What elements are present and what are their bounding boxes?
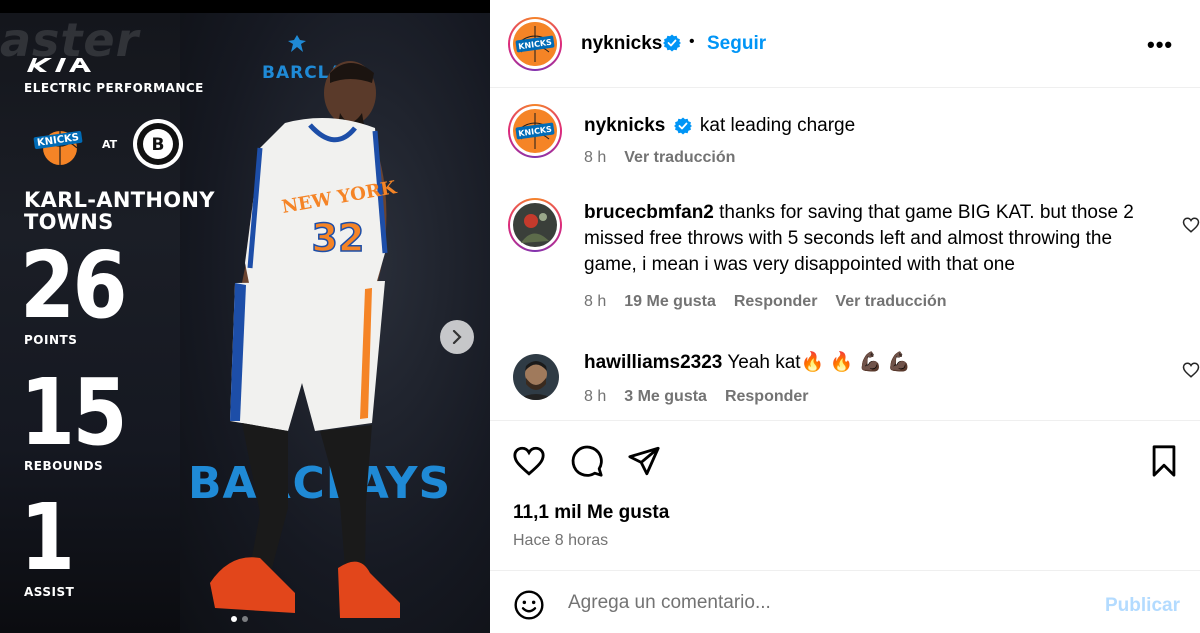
save-bookmark-icon[interactable] [1147,444,1181,478]
comment-likes[interactable]: 3 Me gusta [624,388,707,406]
header-separator: • [689,33,695,50]
comment-time: 8 h [584,293,607,310]
publish-button[interactable]: Publicar [1105,595,1180,617]
post-image[interactable]: aster BARCLAY BARCLAYS ELECTRIC PERFORMA… [0,13,490,633]
kia-logo-icon [27,58,91,72]
comment-text: Yeah kat🔥 🔥 💪🏿 💪🏿 [727,352,912,373]
verified-badge-icon [673,117,692,135]
barclays-eagle-icon [288,35,306,52]
comment-username[interactable]: hawilliams2323 [584,352,722,373]
comment-bubble-icon[interactable] [570,444,604,478]
stat-label-rebounds: REBOUNDS [24,459,104,473]
carousel-indicators [231,616,248,622]
reply-button[interactable]: Responder [734,293,818,311]
caption-text: kat leading charge [699,115,856,136]
user-avatar-icon [513,203,557,247]
media-frame: aster BARCLAY BARCLAYS ELECTRIC PERFORMA… [0,0,490,633]
knicks-avatar-icon: KNICKS [513,22,557,66]
add-comment-bar: Publicar [490,570,1200,633]
translate-link[interactable]: Ver traducción [835,293,946,311]
comment-username[interactable]: brucecbmfan2 [584,202,714,223]
knicks-logo-icon: KNICKS [33,130,83,165]
comment-meta: 8 h 3 Me gusta Responder [584,388,809,406]
matchup: KNICKS AT B [30,119,184,169]
stat-value-points: 26 [20,232,128,339]
carousel-dot-2 [242,616,248,622]
nets-logo-icon: B [133,119,184,169]
like-count[interactable]: 11,1 mil Me gusta [513,502,669,524]
comment-body: hawilliams2323 Yeah kat🔥 🔥 💪🏿 💪🏿 [584,350,1144,376]
caption: KNICKS nyknicks kat leading charge 8 h V… [508,104,1188,184]
svg-text:B: B [152,135,165,155]
comment-item: brucecbmfan2 thanks for saving that game… [508,198,1200,318]
comment-body: brucecbmfan2 thanks for saving that game… [584,200,1144,278]
stat-label-points: POINTS [24,333,78,347]
comment-meta: 8 h 19 Me gusta Responder Ver traducción [584,293,947,311]
carousel-dot-1 [231,616,237,622]
caption-time: 8 h [584,149,607,166]
chevron-right-icon [452,330,462,344]
comment-item: hawilliams2323 Yeah kat🔥 🔥 💪🏿 💪🏿 8 h 3 M… [508,348,1200,418]
like-comment-heart-icon[interactable] [1182,361,1200,379]
caption-avatar[interactable]: KNICKS [508,104,562,158]
emoji-smiley-icon[interactable] [513,589,545,621]
user-avatar-icon [513,354,559,400]
post-timestamp: Hace 8 horas [513,532,609,549]
next-slide-button[interactable] [440,320,474,354]
knicks-avatar-icon: KNICKS [513,109,557,153]
player-figure: NEW YORK 32 [210,61,400,618]
player-name-line-1: KARL-ANTHONY [24,188,215,212]
stat-value-assists: 1 [20,484,75,591]
reply-button[interactable]: Responder [725,388,809,406]
comment-avatar[interactable] [508,198,562,252]
post-actions: 11,1 mil Me gusta Hace 8 horas [490,420,1200,570]
comment-likes[interactable]: 19 Me gusta [624,293,716,311]
header-avatar[interactable]: KNICKS [508,17,562,71]
player-name: KARL-ANTHONY TOWNS [24,189,215,233]
post-details-panel: KNICKS nyknicks • Seguir ••• KNICKS nykn… [490,0,1200,633]
kia-subtitle: ELECTRIC PERFORMANCE [24,81,204,95]
comment-time: 8 h [584,388,607,405]
stat-value-rebounds: 15 [20,359,128,466]
caption-body: nyknicks kat leading charge [584,113,1144,139]
caption-meta: 8 h Ver traducción [584,149,735,167]
like-comment-heart-icon[interactable] [1182,216,1200,234]
follow-button[interactable]: Seguir [707,33,766,55]
caption-translate-link[interactable]: Ver traducción [624,149,735,167]
verified-badge-icon [663,34,681,52]
more-options-button[interactable]: ••• [1147,32,1173,58]
at-label: AT [102,137,118,151]
caption-username[interactable]: nyknicks [584,115,665,136]
stat-label-assists: ASSIST [24,585,75,599]
header-username[interactable]: nyknicks [581,33,662,55]
comment-avatar[interactable] [513,354,559,400]
post-header: KNICKS nyknicks • Seguir ••• [490,0,1200,88]
like-heart-icon[interactable] [512,444,546,478]
share-paper-plane-icon[interactable] [627,444,661,478]
svg-text:32: 32 [312,216,365,260]
comment-input[interactable] [568,586,1088,620]
player-name-line-2: TOWNS [24,210,114,234]
